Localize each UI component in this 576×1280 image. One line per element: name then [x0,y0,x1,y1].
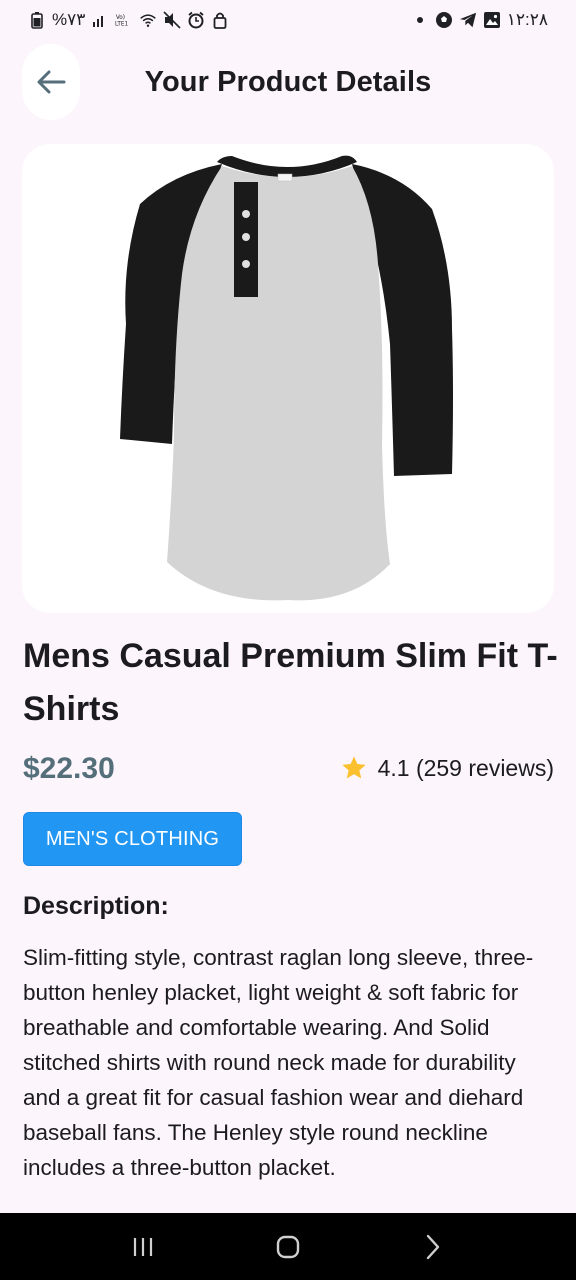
rating-text: 4.1 (259 reviews) [377,754,554,781]
product-rating: 4.1 (259 reviews) [340,754,554,782]
product-image [120,155,453,601]
soccer-icon [435,11,453,29]
svg-text:Vo): Vo) [116,15,125,21]
mute-icon [163,11,181,29]
back-nav-button[interactable] [409,1223,457,1271]
recents-button[interactable] [119,1223,167,1271]
product-image-card [22,144,554,613]
signal-icon [91,11,109,29]
category-chip[interactable]: MEN'S CLOTHING [23,812,242,866]
clock: ۱۲:۲۸ [506,10,548,29]
status-bar: %۷۳ Vo) LTE1 ۱۲:۲۸ [0,0,576,40]
battery-icon [28,11,46,29]
system-nav-bar [0,1213,576,1280]
back-chevron-icon [424,1234,442,1260]
star-icon [340,754,368,782]
product-price: $22.30 [23,752,115,785]
lock-icon [211,11,229,29]
description-text: Slim-fitting style, contrast raglan long… [23,945,534,1180]
product-title: Mens Casual Premium Slim Fit T-Shirts [23,637,558,728]
page-title: Your Product Details [144,66,432,98]
svg-text:LTE1: LTE1 [115,22,129,28]
alarm-icon [187,11,205,29]
recents-icon [131,1236,155,1258]
battery-percent: %۷۳ [52,10,86,29]
dot-icon [411,11,429,29]
description-heading: Description: [23,892,169,920]
product-details-screen: %۷۳ Vo) LTE1 ۱۲:۲۸ Your Product Details … [0,0,576,1280]
wifi-icon [139,11,157,29]
app-bar: Your Product Details [0,40,576,124]
home-icon [275,1234,301,1260]
home-button[interactable] [264,1223,312,1271]
telegram-icon [459,11,477,29]
gallery-icon [483,11,501,29]
status-bar-left: %۷۳ Vo) LTE1 [28,10,229,30]
status-bar-right: ۱۲:۲۸ [411,10,548,30]
volte-icon: Vo) LTE1 [115,11,133,29]
